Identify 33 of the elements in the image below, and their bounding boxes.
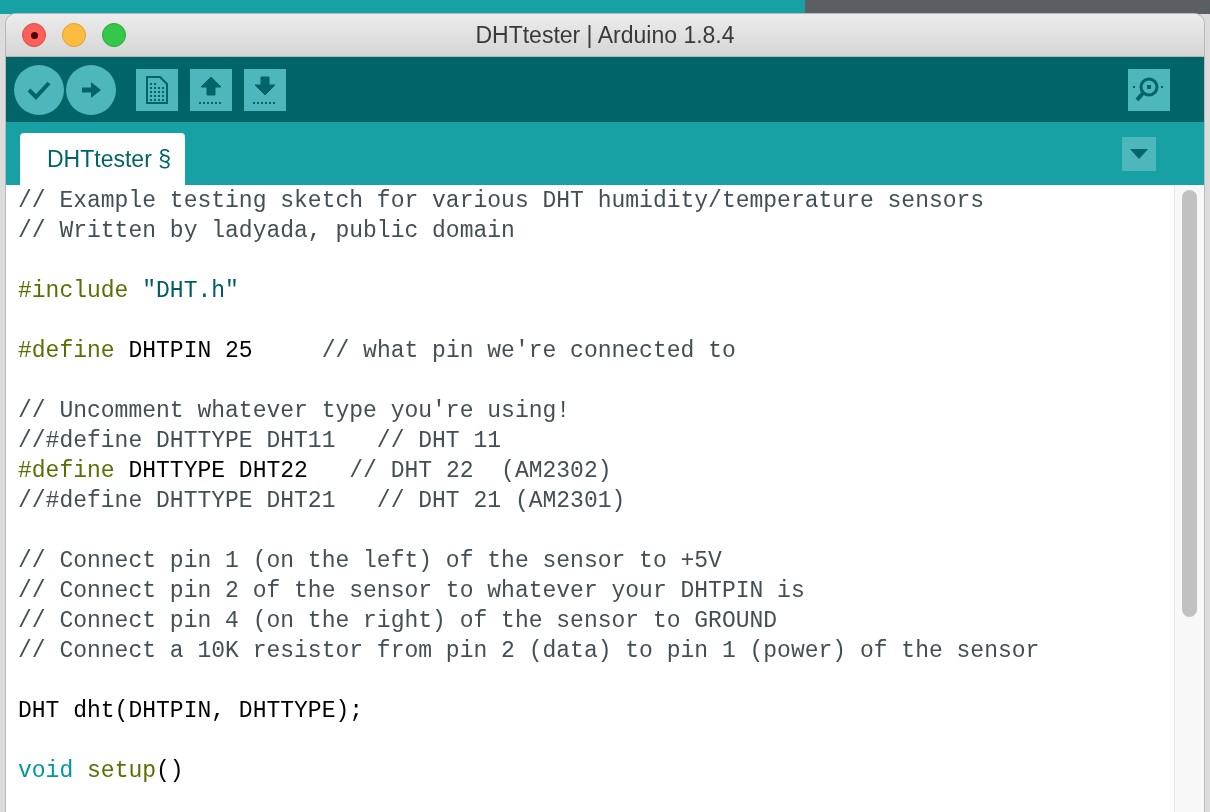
verify-button[interactable] xyxy=(14,64,64,115)
code-line: // Connect a 10K resistor from pin 2 (data) to pin 1 (power) of the sensor xyxy=(18,637,1040,666)
check-icon xyxy=(27,79,51,100)
code-line: //#define DHTTYPE DHT21 // DHT 21 (AM2301) xyxy=(18,487,626,516)
save-button[interactable] xyxy=(244,68,286,111)
tab-menu-button[interactable] xyxy=(1122,136,1156,171)
open-button[interactable] xyxy=(190,68,232,111)
upload-button[interactable] xyxy=(66,64,116,115)
code-line: // Example testing sketch for various DHT humidity/temperature sensors xyxy=(18,187,985,216)
code-line: //#define DHTTYPE DHT11 // DHT 11 xyxy=(18,427,502,456)
code-line: void setup() xyxy=(18,757,184,786)
scrollbar-thumb[interactable] xyxy=(1182,190,1197,617)
sketch-tab[interactable]: DHTtester § xyxy=(20,133,185,185)
arrow-right-icon xyxy=(80,79,102,100)
serial-monitor-button[interactable] xyxy=(1128,68,1170,111)
code-line: // Connect pin 2 of the sensor to whatever your DHTPIN is xyxy=(18,577,805,606)
window-title: DHTtester | Arduino 1.8.4 xyxy=(475,21,735,48)
code-line: DHT dht(DHTPIN, DHTTYPE); xyxy=(18,697,364,726)
minimize-button[interactable] xyxy=(62,23,86,47)
code-line: // Connect pin 1 (on the left) of the sensor to +5V xyxy=(18,547,722,576)
caret-icon xyxy=(1130,148,1148,159)
code-line: #define DHTPIN 25 // what pin we're connected to xyxy=(18,337,736,366)
code-line: // Connect pin 4 (on the right) of the sensor to GROUND xyxy=(18,607,778,636)
download-arrow-icon xyxy=(252,74,278,105)
close-button[interactable] xyxy=(22,23,46,47)
code-line: // Written by ladyada, public domain xyxy=(18,217,515,246)
upload-arrow-icon xyxy=(198,74,224,105)
new-sketch-button[interactable] xyxy=(136,68,178,111)
code-line: #define DHTTYPE DHT22 // DHT 22 (AM2302) xyxy=(18,457,612,486)
zoom-button[interactable] xyxy=(102,23,126,47)
code-line: #include "DHT.h" xyxy=(18,277,239,306)
document-icon xyxy=(146,75,168,104)
code-line: // Uncomment whatever type you're using! xyxy=(18,397,571,426)
